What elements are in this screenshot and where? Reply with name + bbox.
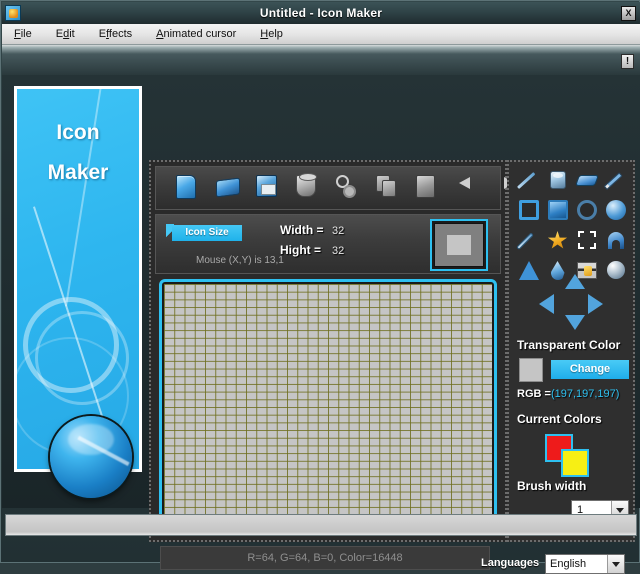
rgb-label: RGB = [517,388,551,400]
tool-grid [515,168,629,282]
language-select[interactable]: English [545,554,625,574]
new-document-icon[interactable] [176,175,200,201]
main-toolbar [155,166,501,210]
pixel-canvas-frame[interactable] [159,279,497,531]
app-star-icon [5,5,21,21]
transparent-color-swatch[interactable] [519,358,543,382]
workspace: Icon Maker Icon Size Width = [2,75,640,508]
menu-item-file[interactable]: File [2,26,44,42]
selection-marquee-tool-icon[interactable] [575,228,599,252]
move-down-arrow-icon[interactable] [565,315,585,330]
rectangle-outline-tool-icon[interactable] [517,198,541,222]
width-value: 32 [332,225,344,237]
icon-preview-canvas [434,223,484,267]
mouse-position-readout: Mouse (X,Y) is 13,1 [196,255,284,266]
rectangle-filled-tool-icon[interactable] [546,198,570,222]
circle-outline-tool-icon[interactable] [575,198,599,222]
window-title: Untitled - Icon Maker [21,6,621,20]
eraser-tool-icon[interactable] [575,168,599,192]
icon-preview[interactable] [430,219,488,271]
width-label: Width = [280,223,324,237]
height-value: 32 [332,245,344,257]
star-magic-tool-icon[interactable] [546,228,570,252]
brush-width-title: Brush width [517,479,586,493]
copy-icon[interactable] [376,175,400,201]
paint-bucket-icon[interactable] [296,175,320,201]
height-label: Hight = [280,243,321,257]
title-bar: Untitled - Icon Maker X [2,2,640,24]
close-button[interactable]: X [621,6,636,21]
current-colors-title: Current Colors [517,412,602,426]
move-up-arrow-icon[interactable] [565,274,585,289]
transparent-rgb-readout: RGB =(197,197,197) [517,388,619,400]
application-window: Untitled - Icon Maker X File Edit Effect… [0,0,640,563]
menu-item-edit[interactable]: Edit [44,26,87,42]
chevron-down-icon[interactable] [607,555,624,573]
bottom-status-bar [5,514,637,536]
undo-arrow-icon[interactable] [456,175,480,201]
tool-panel: Transparent Color Change RGB =(197,197,1… [507,160,635,542]
languages-label: Languages [481,557,539,569]
pencil-tool-icon[interactable] [604,168,628,192]
line-tool-icon[interactable] [517,168,541,192]
icon-size-button[interactable]: Icon Size [172,225,242,241]
menu-bar: File Edit Effects Animated cursor Help [2,24,640,45]
icon-preview-swatch [447,235,471,255]
info-warning-button[interactable]: ! [621,54,634,69]
move-left-arrow-icon[interactable] [539,294,554,314]
transparent-color-title: Transparent Color [517,338,620,352]
move-right-arrow-icon[interactable] [588,294,603,314]
banner-title-line1: Icon [17,121,139,145]
circle-filled-tool-icon[interactable] [604,198,628,222]
language-selected-value: English [546,558,607,570]
scissors-cut-icon[interactable] [336,175,360,201]
rgb-value: (197,197,197) [551,388,620,400]
change-transparent-color-button[interactable]: Change [551,360,629,379]
fill-bucket-tool-icon[interactable] [546,168,570,192]
icon-info-strip: Icon Size Width = 32 Hight = 32 Mouse (X… [155,214,501,274]
menu-item-help[interactable]: Help [248,26,295,42]
menu-item-animated-cursor[interactable]: Animated cursor [144,26,248,42]
move-pad [539,274,603,330]
branding-banner: Icon Maker [14,86,142,472]
banner-artwork: Icon Maker [17,89,139,469]
save-disk-icon[interactable] [256,175,280,201]
editor-panel: Icon Size Width = 32 Hight = 32 Mouse (X… [149,160,507,542]
menu-item-effects[interactable]: Effects [87,26,144,42]
decorative-sphere [50,416,132,498]
pixel-grid[interactable] [164,284,492,526]
paste-icon[interactable] [416,175,440,201]
arch-shape-tool-icon[interactable] [604,228,628,252]
triangle-tool-icon[interactable] [517,258,541,282]
banner-title-line2: Maker [17,161,139,185]
pixel-info-readout: R=64, G=64, B=0, Color=16448 [160,546,490,570]
sub-header-strip: ! [2,45,640,75]
sphere-gradient-tool-icon[interactable] [604,258,628,282]
eyedropper-tool-icon[interactable] [517,228,541,252]
background-color-swatch[interactable] [561,449,589,477]
open-folder-icon[interactable] [216,175,240,201]
